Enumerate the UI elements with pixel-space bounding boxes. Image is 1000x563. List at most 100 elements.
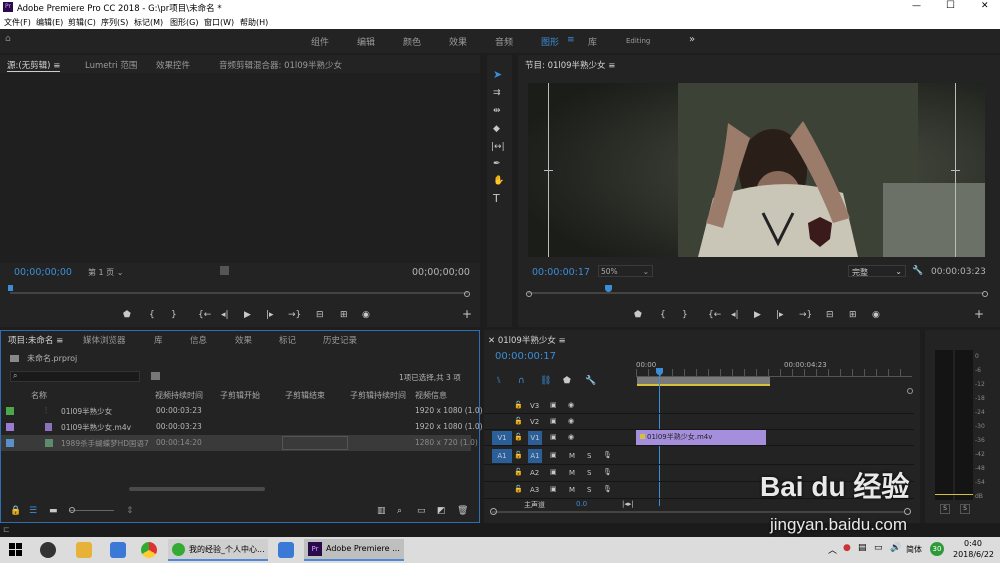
linked-selection-icon[interactable]: ⛓ [540, 376, 551, 386]
go-to-in-icon[interactable]: {← [198, 310, 211, 320]
mark-in-icon[interactable]: { [660, 310, 666, 320]
track-name-a2[interactable]: A2 [530, 469, 539, 477]
lock-icon[interactable]: 🔓 [514, 433, 523, 441]
type-tool-icon[interactable]: T [493, 193, 500, 204]
taskbar-app-browser[interactable]: 我的经验_个人中心... [168, 539, 268, 561]
sync-lock-icon[interactable]: ▣ [550, 485, 557, 493]
show-hidden-icons[interactable]: ︿ [828, 543, 837, 556]
column-video-info[interactable]: 视频信息 [415, 390, 447, 401]
program-add-button-icon[interactable]: + [974, 308, 984, 320]
lock-icon[interactable]: 🔓 [514, 468, 523, 476]
tab-media-browser[interactable]: 媒体浏览器 [83, 334, 126, 346]
battery-icon[interactable]: ▭ [874, 543, 883, 553]
clock-date[interactable]: 2018/6/22 [953, 550, 994, 559]
mark-in-icon[interactable]: { [149, 310, 155, 320]
mark-out-icon[interactable]: } [171, 310, 177, 320]
column-subclip-duration[interactable]: 子剪辑持续时间 [350, 390, 406, 401]
vertical-scroll-top[interactable] [907, 388, 913, 394]
add-marker-icon[interactable]: ⬟ [563, 376, 571, 386]
play-icon[interactable]: ▶ [754, 310, 761, 320]
lock-icon[interactable]: 🔓 [514, 417, 523, 425]
project-row-image[interactable]: 1989杀手蝴蝶梦HD国语7 00:00:14:20 1280 x 720 (1… [1, 435, 478, 451]
eye-icon[interactable]: ◉ [568, 417, 574, 425]
lock-icon[interactable]: 🔒 [10, 506, 21, 516]
chrome-icon[interactable] [141, 542, 157, 558]
source-timecode[interactable]: 00;00;00;00 [14, 267, 72, 278]
tab-project[interactable]: 项目:未命名 ≡ [8, 334, 63, 346]
maximize-button[interactable]: ☐ [946, 0, 955, 11]
microphone-icon[interactable]: 🎙 [603, 485, 612, 493]
home-icon[interactable]: ⌂ [5, 34, 11, 44]
zoom-slider-thumb[interactable] [69, 507, 75, 513]
work-area-bar[interactable] [637, 377, 770, 386]
track-name-a1[interactable]: A1 [528, 449, 542, 463]
sync-lock-icon[interactable]: ▣ [550, 433, 557, 441]
step-back-icon[interactable]: ◂| [731, 310, 739, 320]
lock-icon[interactable]: 🔓 [514, 401, 523, 409]
tab-effects[interactable]: 效果 [235, 334, 252, 346]
windows-start-icon[interactable] [9, 543, 22, 556]
column-name[interactable]: 名称 [31, 390, 47, 401]
tab-source[interactable]: 源:(无剪辑) ≡ [7, 59, 61, 72]
column-video-duration[interactable]: 视频持续时间 [155, 390, 215, 401]
program-scrubber-start[interactable] [526, 291, 532, 297]
project-horizontal-scrollbar[interactable] [129, 487, 265, 491]
column-subclip-end[interactable]: 子剪辑结束 [285, 390, 325, 401]
program-scrubber-end[interactable] [982, 291, 988, 297]
master-volume[interactable]: 0.0 [576, 500, 587, 508]
microphone-icon[interactable]: 🎙 [603, 468, 612, 476]
video-clip[interactable]: 01l09半熟少女.m4v [636, 430, 766, 445]
source-playhead[interactable] [8, 285, 13, 291]
track-name-v2[interactable]: V2 [530, 418, 539, 426]
source-scrubber[interactable] [10, 292, 468, 294]
workspace-tab-color[interactable]: 颜色 [403, 35, 421, 48]
export-frame-icon[interactable]: ◉ [362, 310, 370, 320]
taskbar-app-premiere[interactable]: Pr Adobe Premiere ... [304, 539, 404, 561]
wrench-icon[interactable]: 🔧 [912, 266, 923, 276]
tab-effect-controls[interactable]: 效果控件 [156, 59, 190, 71]
lock-icon[interactable]: 🔓 [514, 485, 523, 493]
hand-tool-icon[interactable]: ✋ [493, 176, 504, 186]
mute-button[interactable]: M [569, 469, 575, 477]
new-search-bin-icon[interactable] [151, 372, 160, 380]
source-settings-icon[interactable] [220, 266, 229, 275]
input-language[interactable]: 简体 [906, 544, 922, 555]
workspace-tab-assembly[interactable]: 组件 [311, 35, 329, 48]
mark-out-icon[interactable]: } [682, 310, 688, 320]
insert-icon[interactable]: ⊟ [316, 310, 324, 320]
step-back-icon[interactable]: ◂| [221, 310, 229, 320]
project-row-sequence[interactable]: ⫶ 01l09半熟少女 00:00:03:23 1920 x 1080 (1.0… [1, 403, 483, 419]
overwrite-icon[interactable]: ⊞ [340, 310, 348, 320]
network-app-icon[interactable] [110, 542, 126, 558]
lock-icon[interactable]: 🔓 [514, 451, 523, 459]
tab-program[interactable]: 节目: 01l09半熟少女 ≡ [525, 59, 615, 71]
tab-info[interactable]: 信息 [190, 334, 207, 346]
icon-view-icon[interactable]: ▬ [49, 506, 58, 516]
program-playhead[interactable] [605, 285, 612, 292]
solo-button[interactable]: S [587, 452, 591, 460]
solo-button[interactable]: S [587, 469, 591, 477]
source-page-select[interactable]: 第 1 页 ⌄ [88, 267, 123, 278]
source-patch-a1[interactable]: A1 [492, 449, 512, 463]
close-button[interactable]: ✕ [981, 1, 989, 11]
magnet-icon[interactable]: ∩ [518, 376, 525, 386]
menu-marker[interactable]: 标记(M) [134, 17, 163, 28]
workspace-menu-icon[interactable]: ≡ [567, 35, 575, 45]
zoom-select[interactable]: 50% ⌄ [598, 265, 653, 277]
close-icon[interactable]: ✕ [488, 336, 495, 346]
eye-icon[interactable]: ◉ [568, 433, 574, 441]
razor-tool-icon[interactable]: ◆ [493, 124, 500, 134]
security-badge[interactable]: 30 [930, 542, 944, 556]
tab-libraries[interactable]: 库 [154, 334, 163, 346]
track-select-tool-icon[interactable]: ⇉ [493, 88, 501, 98]
eye-icon[interactable]: ◉ [568, 401, 574, 409]
file-explorer-icon[interactable] [76, 542, 92, 558]
source-add-button-icon[interactable]: + [462, 308, 472, 320]
list-view-icon[interactable]: ☰ [29, 506, 37, 516]
feishu-app-icon[interactable] [278, 542, 294, 558]
workspace-tab-editing-en[interactable]: Editing [626, 37, 650, 45]
automate-to-sequence-icon[interactable]: ▥ [377, 506, 386, 516]
go-to-out-icon[interactable]: →} [799, 310, 812, 320]
new-item-icon[interactable]: ◩ [437, 506, 446, 516]
mute-button[interactable]: M [569, 452, 575, 460]
